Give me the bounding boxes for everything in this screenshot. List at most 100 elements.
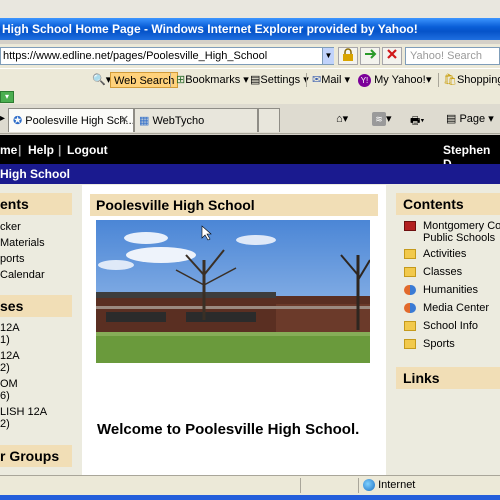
right-item-label: School Info (423, 320, 479, 332)
nav-separator: | (18, 143, 22, 157)
zone-cell[interactable]: Internet (358, 478, 500, 493)
tab-label: WebTycho (152, 115, 205, 127)
class-link[interactable]: 1) (0, 334, 10, 346)
folder-icon (404, 339, 416, 350)
nav-help-link[interactable]: Help (28, 143, 54, 157)
left-link[interactable]: ports (0, 253, 24, 265)
my-yahoo-dropdown-icon[interactable]: ▾ (426, 72, 432, 88)
address-input[interactable]: https://www.edline.net/pages/Poolesville… (0, 47, 334, 65)
tab-row: ▸ ✪ Poolesville High Sch... ✕ ▦ WebTycho… (0, 104, 500, 134)
right-links-header: Links (396, 367, 500, 389)
class-link[interactable]: OM (0, 378, 18, 390)
tab-webtycho[interactable]: ▦ WebTycho (134, 108, 258, 132)
yahoo-toolbar: 🔍▾ Web Search ⊞Bookmarks ▾ ▤Settings ▾ ✉… (0, 68, 500, 90)
magnifier-icon[interactable]: 🔍▾ (92, 72, 111, 88)
nav-logout-link[interactable]: Logout (67, 143, 108, 157)
page-tab-icon: ▦ (139, 115, 150, 127)
links-row: ▾ (0, 90, 500, 104)
address-dropdown-icon[interactable]: ▼ (322, 48, 334, 64)
right-item-humanities[interactable]: Humanities (404, 284, 478, 296)
refresh-icon[interactable] (360, 47, 380, 65)
class-link[interactable]: 2) (0, 362, 10, 374)
lock-icon[interactable] (338, 47, 358, 65)
web-page: me | Help | Logout Stephen D High School… (0, 135, 500, 475)
right-item-activities[interactable]: Activities (404, 248, 466, 260)
right-item-montgomery[interactable]: Montgomery Cou (404, 220, 500, 232)
feeds-icon[interactable]: ≋ ▾ (372, 112, 392, 126)
bookmarks-icon: ⊞ (176, 74, 186, 86)
yahoo-icon: Y! (358, 73, 371, 87)
right-column: Contents Montgomery Cou Public Schools A… (396, 193, 500, 475)
new-tab-button[interactable] (258, 108, 280, 132)
mail-button[interactable]: ✉Mail ▾ (312, 72, 350, 88)
left-column: ents cker Materials ports Calendar ses 1… (0, 193, 72, 475)
close-tab-icon[interactable]: ✕ (120, 113, 129, 126)
shopping-icon: 🛍 (443, 74, 457, 86)
right-item-label: Sports (423, 338, 455, 350)
yahoo-search-input[interactable]: Yahoo! Search (405, 47, 500, 65)
school-name-bar: High School (0, 164, 500, 184)
shopping-button[interactable]: 🛍Shopping (443, 72, 500, 88)
left-groups-header: r Groups (0, 445, 72, 467)
status-bar: Internet (0, 475, 500, 495)
edline-tab-icon: ✪ (13, 115, 23, 127)
class-link[interactable]: LISH 12A (0, 406, 47, 418)
nav-separator: | (58, 143, 62, 157)
mail-icon: ✉ (312, 74, 322, 86)
print-icon[interactable]: 🖶▾ (410, 112, 424, 131)
right-item-media-center[interactable]: Media Center (404, 302, 489, 314)
page-menu[interactable]: ▤ Page ▾ (446, 112, 494, 125)
shopping-label: Shopping (456, 74, 500, 86)
left-link[interactable]: Calendar (0, 269, 45, 281)
bookmarks-button[interactable]: ⊞Bookmarks ▾ (176, 72, 249, 88)
book-icon (404, 221, 416, 232)
window-title: High School Home Page - Windows Internet… (0, 18, 500, 40)
tab-poolesville[interactable]: ✪ Poolesville High Sch... ✕ (8, 108, 134, 132)
folder-icon (404, 249, 416, 260)
right-item-label-line2[interactable]: Public Schools (423, 232, 495, 244)
right-item-label: Activities (423, 248, 467, 260)
status-cell (300, 478, 358, 493)
site-navbar: me | Help | Logout Stephen D (0, 135, 500, 171)
mail-label: Mail (321, 74, 342, 86)
stop-icon[interactable] (382, 47, 402, 65)
green-toolbar-icon[interactable]: ▾ (0, 91, 14, 103)
settings-icon: ▤ (250, 74, 261, 86)
page-menu-label: Page (459, 113, 486, 125)
tab-list-icon[interactable]: ▸ (0, 113, 5, 124)
class-link[interactable]: 2) (0, 418, 10, 430)
class-link[interactable]: 12A (0, 322, 20, 334)
globe-icon (363, 479, 375, 492)
class-link[interactable]: 6) (0, 390, 10, 402)
welcome-heading: Welcome to Poolesville High School. (97, 421, 360, 438)
my-yahoo-label: My Yahoo! (374, 74, 426, 86)
folder-icon (404, 321, 416, 332)
home-icon[interactable]: ⌂▾ (336, 112, 348, 125)
left-contents-header: ents (0, 193, 72, 215)
zone-label: Internet (378, 479, 416, 492)
settings-label: Settings (260, 74, 301, 86)
class-link[interactable]: 12A (0, 350, 20, 362)
right-item-label: Montgomery Cou (423, 220, 500, 232)
left-link[interactable]: cker (0, 221, 21, 233)
right-item-sports[interactable]: Sports (404, 338, 455, 350)
main-header: Poolesville High School (90, 194, 378, 216)
left-classes-header: ses (0, 295, 72, 317)
right-contents-header: Contents (396, 193, 500, 215)
settings-button[interactable]: ▤Settings ▾ (250, 72, 309, 88)
taskbar (0, 495, 500, 500)
right-item-classes[interactable]: Classes (404, 266, 462, 278)
left-link[interactable]: Materials (0, 237, 45, 249)
address-row: https://www.edline.net/pages/Poolesville… (0, 44, 500, 68)
tab-label: Poolesville High Sch... (25, 115, 134, 127)
school-photo (96, 220, 370, 363)
right-item-label: Humanities (423, 284, 479, 296)
nav-home-link[interactable]: me (0, 143, 17, 157)
right-item-school-info[interactable]: School Info (404, 320, 478, 332)
folder-icon (404, 267, 416, 278)
right-item-label: Media Center (423, 302, 490, 314)
my-yahoo-button[interactable]: Y! My Yahoo! (358, 72, 426, 88)
web-search-button[interactable]: Web Search (110, 72, 179, 88)
people-icon (404, 303, 416, 314)
bookmarks-label: Bookmarks (185, 74, 241, 86)
